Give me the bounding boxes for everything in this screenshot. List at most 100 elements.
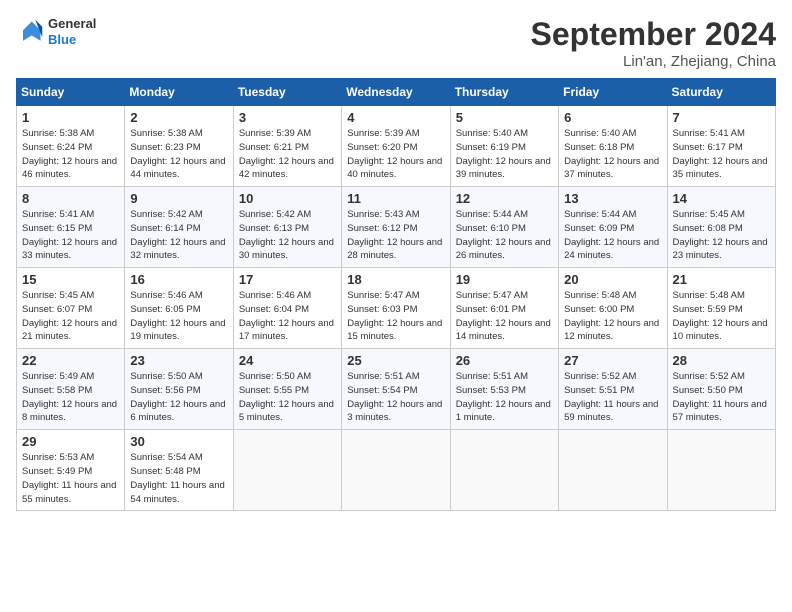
calendar-cell: 26 Sunrise: 5:51 AM Sunset: 5:53 PM Dayli… — [450, 349, 558, 430]
weekday-monday: Monday — [125, 79, 233, 106]
weekday-wednesday: Wednesday — [342, 79, 450, 106]
day-info: Sunrise: 5:40 AM Sunset: 6:18 PM Dayligh… — [564, 127, 661, 182]
calendar-cell: 2 Sunrise: 5:38 AM Sunset: 6:23 PM Daylig… — [125, 106, 233, 187]
day-number: 11 — [347, 191, 444, 206]
calendar-cell: 23 Sunrise: 5:50 AM Sunset: 5:56 PM Dayli… — [125, 349, 233, 430]
location: Lin'an, Zhejiang, China — [531, 53, 776, 70]
day-number: 23 — [130, 353, 227, 368]
day-number: 7 — [673, 110, 770, 125]
day-number: 6 — [564, 110, 661, 125]
day-info: Sunrise: 5:41 AM Sunset: 6:15 PM Dayligh… — [22, 208, 119, 263]
logo-text: General Blue — [48, 16, 96, 47]
day-number: 16 — [130, 272, 227, 287]
day-info: Sunrise: 5:41 AM Sunset: 6:17 PM Dayligh… — [673, 127, 770, 182]
day-info: Sunrise: 5:45 AM Sunset: 6:07 PM Dayligh… — [22, 289, 119, 344]
calendar-cell: 5 Sunrise: 5:40 AM Sunset: 6:19 PM Daylig… — [450, 106, 558, 187]
day-info: Sunrise: 5:47 AM Sunset: 6:01 PM Dayligh… — [456, 289, 553, 344]
day-info: Sunrise: 5:44 AM Sunset: 6:09 PM Dayligh… — [564, 208, 661, 263]
weekday-saturday: Saturday — [667, 79, 775, 106]
title-block: September 2024 Lin'an, Zhejiang, China — [531, 16, 776, 70]
calendar-cell: 22 Sunrise: 5:49 AM Sunset: 5:58 PM Dayli… — [17, 349, 125, 430]
day-number: 5 — [456, 110, 553, 125]
day-number: 24 — [239, 353, 336, 368]
weekday-friday: Friday — [559, 79, 667, 106]
calendar-cell: 21Sunrise: 5:48 AM Sunset: 5:59 PM Dayli… — [667, 268, 775, 349]
logo: General Blue — [16, 16, 96, 47]
day-info: Sunrise: 5:49 AM Sunset: 5:58 PM Dayligh… — [22, 370, 119, 425]
weekday-thursday: Thursday — [450, 79, 558, 106]
day-number: 19 — [456, 272, 553, 287]
day-info: Sunrise: 5:40 AM Sunset: 6:19 PM Dayligh… — [456, 127, 553, 182]
day-number: 21 — [673, 272, 770, 287]
day-info: Sunrise: 5:46 AM Sunset: 6:05 PM Dayligh… — [130, 289, 227, 344]
calendar-cell: 25 Sunrise: 5:51 AM Sunset: 5:54 PM Dayli… — [342, 349, 450, 430]
day-number: 2 — [130, 110, 227, 125]
calendar-cell: 8 Sunrise: 5:41 AM Sunset: 6:15 PM Daylig… — [17, 187, 125, 268]
calendar-cell: 30Sunrise: 5:54 AM Sunset: 5:48 PM Dayli… — [125, 430, 233, 511]
calendar-cell: 24 Sunrise: 5:50 AM Sunset: 5:55 PM Dayli… — [233, 349, 341, 430]
day-info: Sunrise: 5:51 AM Sunset: 5:53 PM Dayligh… — [456, 370, 553, 425]
calendar-cell: 12Sunrise: 5:44 AM Sunset: 6:10 PM Dayli… — [450, 187, 558, 268]
week-row-2: 8 Sunrise: 5:41 AM Sunset: 6:15 PM Daylig… — [17, 187, 776, 268]
month-title: September 2024 — [531, 16, 776, 53]
calendar-cell: 27Sunrise: 5:52 AM Sunset: 5:51 PM Dayli… — [559, 349, 667, 430]
day-number: 18 — [347, 272, 444, 287]
calendar-cell — [667, 430, 775, 511]
day-info: Sunrise: 5:46 AM Sunset: 6:04 PM Dayligh… — [239, 289, 336, 344]
weekday-sunday: Sunday — [17, 79, 125, 106]
day-number: 30 — [130, 434, 227, 449]
day-info: Sunrise: 5:47 AM Sunset: 6:03 PM Dayligh… — [347, 289, 444, 344]
calendar-cell: 4 Sunrise: 5:39 AM Sunset: 6:20 PM Daylig… — [342, 106, 450, 187]
day-number: 10 — [239, 191, 336, 206]
calendar: SundayMondayTuesdayWednesdayThursdayFrid… — [16, 78, 776, 511]
day-info: Sunrise: 5:50 AM Sunset: 5:56 PM Dayligh… — [130, 370, 227, 425]
logo-line1: General — [48, 16, 96, 32]
calendar-cell: 19 Sunrise: 5:47 AM Sunset: 6:01 PM Dayli… — [450, 268, 558, 349]
day-info: Sunrise: 5:38 AM Sunset: 6:23 PM Dayligh… — [130, 127, 227, 182]
calendar-cell — [450, 430, 558, 511]
day-info: Sunrise: 5:39 AM Sunset: 6:20 PM Dayligh… — [347, 127, 444, 182]
calendar-cell: 15 Sunrise: 5:45 AM Sunset: 6:07 PM Dayli… — [17, 268, 125, 349]
day-number: 22 — [22, 353, 119, 368]
calendar-cell: 18 Sunrise: 5:47 AM Sunset: 6:03 PM Dayli… — [342, 268, 450, 349]
day-number: 14 — [673, 191, 770, 206]
day-number: 28 — [673, 353, 770, 368]
day-number: 4 — [347, 110, 444, 125]
day-info: Sunrise: 5:43 AM Sunset: 6:12 PM Dayligh… — [347, 208, 444, 263]
calendar-cell: 9Sunrise: 5:42 AM Sunset: 6:14 PM Daylig… — [125, 187, 233, 268]
day-number: 17 — [239, 272, 336, 287]
calendar-cell: 17 Sunrise: 5:46 AM Sunset: 6:04 PM Dayli… — [233, 268, 341, 349]
day-info: Sunrise: 5:51 AM Sunset: 5:54 PM Dayligh… — [347, 370, 444, 425]
week-row-5: 29 Sunrise: 5:53 AM Sunset: 5:49 PM Dayli… — [17, 430, 776, 511]
day-number: 25 — [347, 353, 444, 368]
week-row-3: 15 Sunrise: 5:45 AM Sunset: 6:07 PM Dayli… — [17, 268, 776, 349]
logo-line2: Blue — [48, 32, 96, 48]
calendar-cell: 7 Sunrise: 5:41 AM Sunset: 6:17 PM Daylig… — [667, 106, 775, 187]
day-info: Sunrise: 5:52 AM Sunset: 5:51 PM Dayligh… — [564, 370, 661, 425]
calendar-cell: 14 Sunrise: 5:45 AM Sunset: 6:08 PM Dayli… — [667, 187, 775, 268]
calendar-cell: 28Sunrise: 5:52 AM Sunset: 5:50 PM Dayli… — [667, 349, 775, 430]
day-info: Sunrise: 5:45 AM Sunset: 6:08 PM Dayligh… — [673, 208, 770, 263]
day-number: 12 — [456, 191, 553, 206]
day-number: 13 — [564, 191, 661, 206]
weekday-header: SundayMondayTuesdayWednesdayThursdayFrid… — [17, 79, 776, 106]
day-number: 8 — [22, 191, 119, 206]
calendar-cell: 20Sunrise: 5:48 AM Sunset: 6:00 PM Dayli… — [559, 268, 667, 349]
calendar-cell: 6 Sunrise: 5:40 AM Sunset: 6:18 PM Daylig… — [559, 106, 667, 187]
day-number: 26 — [456, 353, 553, 368]
day-info: Sunrise: 5:38 AM Sunset: 6:24 PM Dayligh… — [22, 127, 119, 182]
day-info: Sunrise: 5:42 AM Sunset: 6:13 PM Dayligh… — [239, 208, 336, 263]
day-info: Sunrise: 5:50 AM Sunset: 5:55 PM Dayligh… — [239, 370, 336, 425]
day-number: 3 — [239, 110, 336, 125]
calendar-cell: 1 Sunrise: 5:38 AM Sunset: 6:24 PM Daylig… — [17, 106, 125, 187]
calendar-cell: 10 Sunrise: 5:42 AM Sunset: 6:13 PM Dayli… — [233, 187, 341, 268]
logo-icon — [16, 18, 44, 46]
day-number: 29 — [22, 434, 119, 449]
day-info: Sunrise: 5:53 AM Sunset: 5:49 PM Dayligh… — [22, 451, 119, 506]
day-number: 15 — [22, 272, 119, 287]
calendar-cell: 16 Sunrise: 5:46 AM Sunset: 6:05 PM Dayli… — [125, 268, 233, 349]
calendar-body: 1 Sunrise: 5:38 AM Sunset: 6:24 PM Daylig… — [17, 106, 776, 511]
day-number: 1 — [22, 110, 119, 125]
calendar-cell — [342, 430, 450, 511]
day-info: Sunrise: 5:48 AM Sunset: 6:00 PM Dayligh… — [564, 289, 661, 344]
